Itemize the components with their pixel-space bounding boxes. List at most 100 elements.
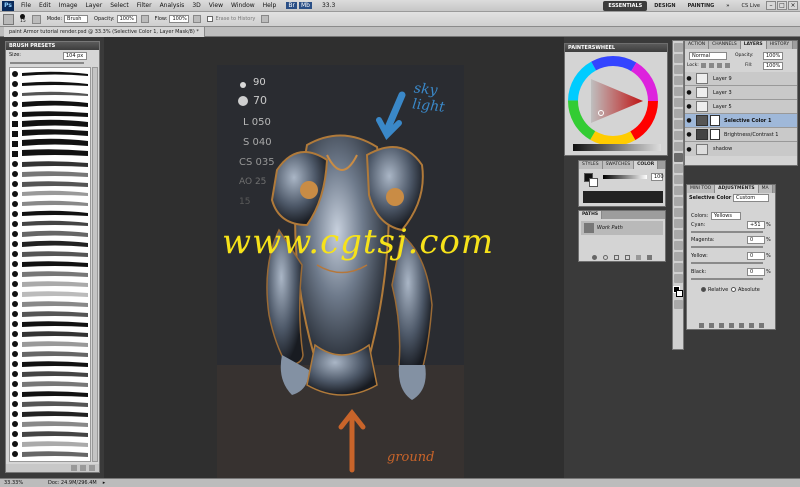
tab-swatches[interactable]: SWATCHES — [602, 161, 635, 169]
layer-row[interactable]: ● shadow — [685, 142, 797, 156]
artwork-canvas[interactable]: sky light ground 90 70 L 050 S 040 CS 03… — [217, 65, 464, 478]
zoom-tool-icon[interactable] — [673, 274, 683, 283]
tab-history[interactable]: HISTORY — [766, 41, 794, 49]
zoom-level[interactable]: 33.3 — [318, 2, 339, 9]
fill-path-icon[interactable] — [592, 254, 597, 260]
brush-size-preview[interactable]: 15 — [20, 14, 26, 24]
magenta-value[interactable]: 0 — [747, 236, 765, 244]
menu-filter[interactable]: Filter — [133, 2, 156, 9]
visibility-eye-icon[interactable]: ● — [685, 146, 693, 153]
path-select-tool-icon[interactable] — [673, 219, 683, 228]
lock-transparency-icon[interactable] — [701, 63, 706, 68]
3d-orbit-tool-icon[interactable] — [673, 252, 683, 261]
hand-tool-icon[interactable] — [673, 263, 683, 272]
tab-layers[interactable]: LAYERS — [740, 41, 767, 49]
lock-pixels-icon[interactable] — [709, 63, 714, 68]
stamp-tool-icon[interactable] — [673, 131, 683, 140]
foreground-background-icon[interactable] — [673, 286, 683, 298]
black-value[interactable]: 0 — [747, 268, 765, 276]
menu-select[interactable]: Select — [106, 2, 133, 9]
brush-panel-toggle-icon[interactable] — [31, 14, 41, 24]
mode-select[interactable]: Brush — [64, 15, 89, 23]
menu-analysis[interactable]: Analysis — [156, 2, 189, 9]
pressure-size-icon[interactable] — [261, 15, 270, 23]
crop-tool-icon[interactable] — [673, 87, 683, 96]
tab-adjustments[interactable]: ADJUSTMENTS — [715, 185, 759, 193]
back-icon[interactable] — [698, 322, 704, 328]
cs-live-button[interactable]: CS Live — [737, 1, 765, 11]
cyan-value[interactable]: +51 — [747, 221, 765, 229]
pressure-opacity-icon[interactable] — [140, 15, 149, 23]
mini-bridge-icon[interactable]: Mb — [298, 2, 312, 9]
tab-styles[interactable]: STYLES — [579, 161, 603, 169]
load-selection-icon[interactable] — [614, 254, 619, 260]
layer-row-selected[interactable]: ● Selective Color 1 — [685, 114, 797, 128]
dodge-tool-icon[interactable] — [673, 186, 683, 195]
close-icon[interactable]: × — [788, 1, 798, 10]
brush-list-scrollbar[interactable] — [92, 67, 98, 462]
layer-opacity-field[interactable]: 100% — [763, 52, 783, 60]
menu-image[interactable]: Image — [55, 2, 82, 9]
clip-layer-icon[interactable] — [718, 322, 724, 328]
tab-masks[interactable]: MA — [758, 185, 773, 193]
pen-tool-icon[interactable] — [673, 197, 683, 206]
menu-3d[interactable]: 3D — [188, 2, 204, 9]
healing-tool-icon[interactable] — [673, 109, 683, 118]
maximize-icon[interactable]: □ — [777, 1, 787, 10]
color-ramp[interactable] — [583, 191, 663, 203]
cyan-slider[interactable] — [691, 231, 763, 233]
black-slider[interactable] — [691, 278, 763, 280]
tab-actions[interactable]: ACTION — [685, 41, 710, 49]
menu-help[interactable]: Help — [259, 2, 281, 9]
tab-color[interactable]: COLOR — [634, 161, 659, 169]
brightness-slider[interactable] — [603, 175, 647, 179]
layer-row[interactable]: ● Brightness/Contrast 1 — [685, 128, 797, 142]
menu-window[interactable]: Window — [227, 2, 259, 9]
layer-row[interactable]: ● Layer 9 — [685, 72, 797, 86]
type-tool-icon[interactable] — [673, 208, 683, 217]
lock-all-icon[interactable] — [725, 63, 730, 68]
launch-bridge-icon[interactable]: Br — [286, 2, 297, 9]
lock-position-icon[interactable] — [717, 63, 722, 68]
yellow-slider[interactable] — [691, 262, 763, 264]
zoom-status[interactable]: 33.33% — [4, 480, 34, 486]
reset-icon[interactable] — [748, 322, 754, 328]
tab-mini-tools[interactable]: MINI TOO — [687, 185, 716, 193]
background-color-swatch[interactable] — [589, 178, 598, 187]
eraser-tool-icon[interactable] — [673, 153, 683, 162]
brush-tool-icon[interactable] — [673, 120, 683, 129]
view-previous-icon[interactable] — [738, 322, 744, 328]
visibility-eye-icon[interactable]: ● — [685, 89, 693, 96]
delete-brush-icon[interactable] — [89, 465, 95, 471]
stroke-path-icon[interactable] — [603, 254, 608, 260]
new-brush-icon[interactable] — [80, 465, 86, 471]
3d-rotate-tool-icon[interactable] — [673, 241, 683, 250]
workspace-essentials[interactable]: ESSENTIALS — [603, 0, 648, 11]
document-tab[interactable]: paint Armor tutorial render.psd @ 33.3% … — [4, 27, 205, 37]
menu-layer[interactable]: Layer — [81, 2, 106, 9]
toggle-brush-panel-icon[interactable] — [71, 465, 77, 471]
eraser-tool-icon[interactable] — [3, 13, 14, 25]
tab-paths[interactable]: PATHS — [579, 211, 603, 219]
flow-field[interactable]: 100% — [169, 15, 190, 23]
new-path-icon[interactable] — [636, 254, 641, 260]
brush-preset-list[interactable] — [9, 67, 91, 462]
marquee-tool-icon[interactable] — [673, 54, 683, 63]
adjustment-preset-select[interactable]: Custom — [733, 194, 769, 202]
relative-radio[interactable] — [701, 287, 706, 292]
layer-mask-thumbnail[interactable] — [710, 129, 720, 140]
color-wheel[interactable] — [565, 53, 667, 157]
delete-adjustment-icon[interactable] — [758, 322, 764, 328]
workspace-design[interactable]: DESIGN — [649, 1, 680, 11]
move-tool-icon[interactable] — [673, 43, 683, 52]
tab-channels[interactable]: CHANNELS — [709, 41, 741, 49]
visibility-eye-icon[interactable]: ● — [685, 103, 693, 110]
workspace-more-button[interactable]: » — [721, 1, 734, 11]
expand-view-icon[interactable] — [708, 322, 714, 328]
layer-mask-thumbnail[interactable] — [710, 115, 720, 126]
work-path-row[interactable]: Work Path — [581, 221, 663, 235]
erase-history-checkbox[interactable] — [207, 16, 214, 22]
blur-tool-icon[interactable] — [673, 175, 683, 184]
toggle-visibility-icon[interactable] — [728, 322, 734, 328]
gradient-tool-icon[interactable] — [673, 164, 683, 173]
